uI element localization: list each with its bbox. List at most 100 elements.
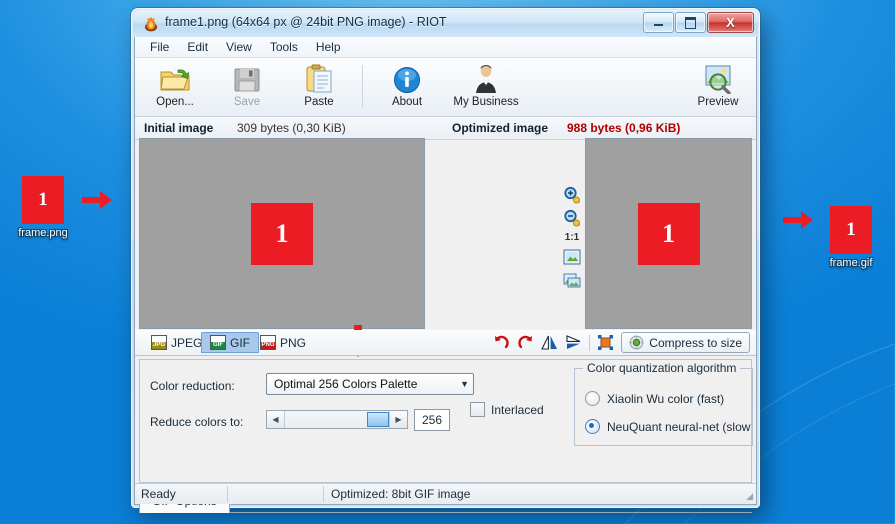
preview-button-label: Preview (697, 96, 739, 108)
status-bar: Ready Optimized: 8bit GIF image ◢ (135, 483, 756, 504)
zoom-actual-size[interactable]: 1:1 (565, 232, 579, 243)
flip-horizontal-icon[interactable] (541, 334, 558, 351)
resize-grip-icon[interactable]: ◢ (746, 491, 753, 502)
color-reduction-value: Optimal 256 Colors Palette (274, 377, 418, 391)
my-business-button[interactable]: My Business (438, 62, 534, 108)
compress-to-size-button[interactable]: Compress to size (621, 332, 750, 353)
frame-png-label: frame.png (18, 227, 68, 239)
gif-badge: GIF (211, 342, 225, 349)
window-client-area: File Edit View Tools Help Open... Save P… (134, 37, 757, 513)
crop-icon[interactable] (597, 334, 614, 351)
reduce-colors-slider[interactable]: ◀ ▶ (266, 410, 408, 429)
riot-application-window: frame1.png (64x64 px @ 24bit PNG image) … (131, 8, 760, 513)
menu-item-view[interactable]: View (217, 38, 261, 56)
window-controls: X (643, 12, 754, 33)
png-badge: PNG (261, 342, 275, 349)
menu-item-edit[interactable]: Edit (178, 38, 217, 56)
open-button[interactable]: Open... (141, 62, 209, 108)
optimized-image-pane[interactable]: 1 (585, 138, 752, 329)
interlaced-checkbox[interactable]: Interlaced (470, 402, 544, 417)
flip-vertical-icon[interactable] (565, 334, 582, 351)
status-separator-2 (323, 486, 324, 502)
image-info-bar: Initial image 309 bytes (0,30 KiB) Optim… (135, 117, 756, 140)
reduce-colors-label: Reduce colors to: (150, 415, 244, 429)
slider-left-arrow[interactable]: ◀ (267, 411, 285, 428)
rotate-right-icon[interactable] (517, 334, 534, 351)
zoom-toolbar: 1:1 (559, 138, 585, 329)
image-tools-group: Compress to size (493, 332, 750, 353)
gif-file-icon: GIF (210, 335, 226, 350)
my-business-button-label: My Business (453, 96, 519, 108)
interlaced-checkbox-box (470, 402, 485, 417)
radio-neuquant-button (585, 419, 600, 434)
compare-images-icon[interactable] (563, 271, 581, 289)
radio-neuquant[interactable]: NeuQuant neural-net (slow (585, 419, 750, 434)
open-button-label: Open... (156, 96, 194, 108)
riot-flame-icon (145, 17, 157, 32)
about-button-label: About (391, 96, 423, 108)
open-folder-icon (141, 62, 209, 94)
interlaced-label: Interlaced (491, 402, 544, 417)
jpg-badge: JPG (152, 342, 166, 349)
about-button[interactable]: About (373, 62, 441, 108)
frame-gif-label: frame.gif (829, 257, 873, 269)
slider-right-arrow[interactable]: ▶ (389, 411, 407, 428)
initial-image-label: Initial image (144, 121, 214, 135)
rotate-left-icon[interactable] (493, 334, 510, 351)
compress-to-size-label: Compress to size (649, 335, 742, 350)
maximize-button[interactable] (675, 12, 706, 33)
radio-xiaolin-wu[interactable]: Xiaolin Wu color (fast) (585, 391, 724, 406)
optimized-image-thumbnail: 1 (637, 202, 700, 265)
tab-png-label: PNG (280, 335, 307, 350)
paste-button[interactable]: Paste (285, 62, 353, 108)
menu-item-help[interactable]: Help (307, 38, 350, 56)
paste-button-label: Paste (304, 96, 334, 108)
preview-magnifier-icon (684, 62, 752, 94)
format-tab-strip: JPG JPEG GIF GIF PNG PNG Compress to siz… (135, 330, 756, 356)
color-reduction-combo[interactable]: Optimal 256 Colors Palette ▼ (266, 373, 474, 395)
tab-gif-label: GIF (230, 335, 250, 350)
save-button[interactable]: Save (213, 62, 281, 108)
tab-png[interactable]: PNG PNG (252, 332, 314, 353)
gear-compress-icon (629, 335, 644, 350)
frame-gif-thumbnail-text: 1 (846, 219, 856, 240)
gif-options-panel: Color reduction: Optimal 256 Colors Pale… (139, 359, 753, 483)
frame-gif-thumbnail: 1 (830, 206, 872, 254)
menu-bar: File Edit View Tools Help (135, 37, 756, 58)
save-disk-icon (213, 62, 281, 94)
desktop-icon-frame-gif[interactable]: 1 frame.gif (822, 206, 880, 269)
reduce-colors-value-box[interactable]: 256 (414, 409, 450, 431)
fit-to-window-icon[interactable] (563, 248, 581, 266)
slider-track[interactable] (285, 411, 389, 428)
tab-gif[interactable]: GIF GIF (201, 332, 259, 353)
chevron-down-icon: ▼ (460, 379, 469, 389)
radio-xiaolin-wu-button (585, 391, 600, 406)
right-arrow-icon-right (783, 211, 813, 229)
quantization-group: Color quantization algorithm Xiaolin Wu … (574, 361, 753, 446)
optimized-image-size: 988 bytes (0,96 KiB) (567, 121, 681, 135)
preview-button[interactable]: Preview (684, 62, 752, 108)
status-left-text: Ready (141, 487, 176, 501)
initial-image-pane[interactable]: 1 (139, 138, 425, 329)
zoom-in-icon[interactable] (563, 186, 581, 204)
zoom-out-icon[interactable] (563, 209, 581, 227)
menu-item-tools[interactable]: Tools (261, 38, 307, 56)
close-button[interactable]: X (707, 12, 754, 33)
radio-xiaolin-wu-label: Xiaolin Wu color (fast) (607, 391, 725, 406)
initial-image-thumbnail: 1 (251, 202, 313, 265)
menu-item-file[interactable]: File (141, 38, 178, 56)
info-icon (373, 62, 441, 94)
window-titlebar[interactable]: frame1.png (64x64 px @ 24bit PNG image) … (133, 10, 758, 37)
slider-thumb[interactable] (367, 412, 389, 427)
frame-png-thumbnail: 1 (22, 176, 64, 224)
minimize-button[interactable] (643, 12, 674, 33)
right-arrow-icon-left (82, 191, 112, 209)
quantization-group-title: Color quantization algorithm (583, 361, 741, 375)
jpg-file-icon: JPG (151, 335, 167, 350)
reduce-colors-value: 256 (421, 413, 443, 427)
maximize-icon (685, 16, 696, 29)
initial-image-size: 309 bytes (0,30 KiB) (237, 121, 346, 135)
desktop-icon-frame-png[interactable]: 1 frame.png (14, 176, 72, 239)
tools-separator (589, 334, 591, 351)
frame-png-thumbnail-text: 1 (38, 189, 48, 210)
